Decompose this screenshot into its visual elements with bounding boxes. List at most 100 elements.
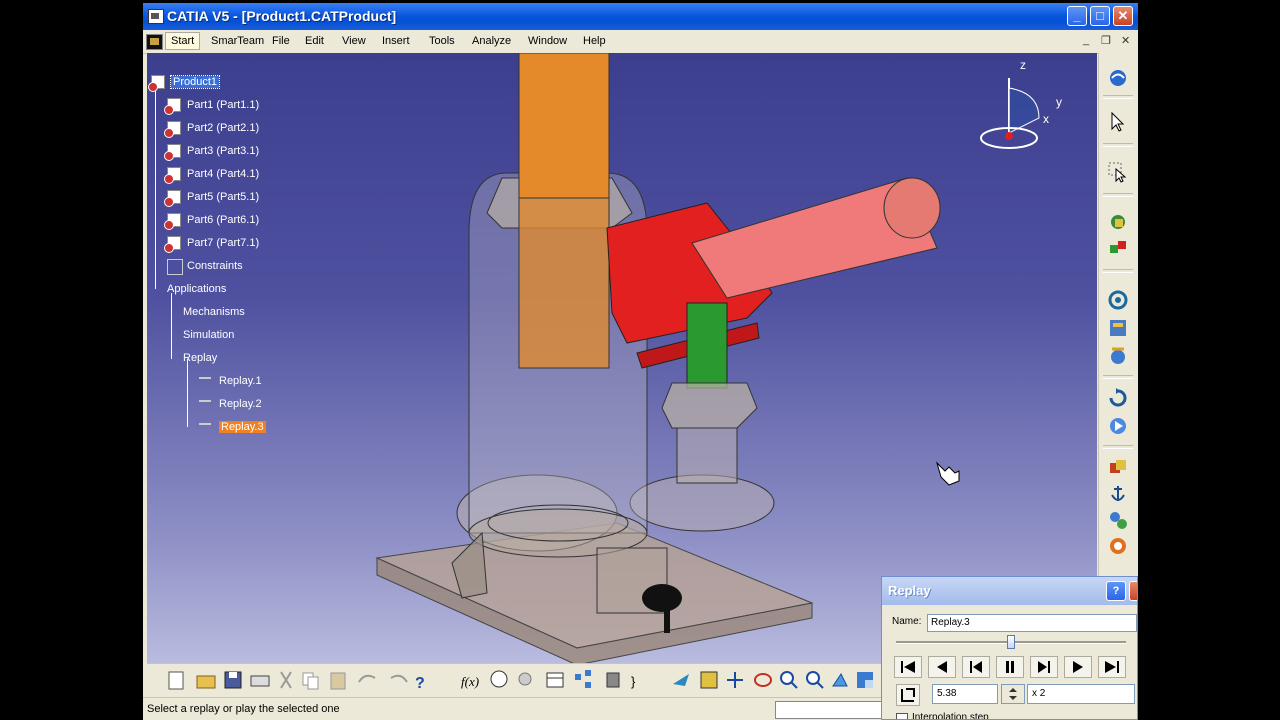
formula-icon[interactable]: f(x) bbox=[461, 674, 479, 689]
replay-slider-thumb[interactable] bbox=[1007, 635, 1015, 649]
table-icon[interactable] bbox=[546, 672, 564, 688]
tree-label-part5: Part5 (Part5.1) bbox=[187, 191, 260, 203]
redo-icon[interactable] bbox=[390, 674, 408, 683]
time-field[interactable]: 5.38 bbox=[932, 684, 998, 704]
menu-start[interactable]: Start bbox=[165, 32, 201, 50]
tree-label-part4: Part4 (Part4.1) bbox=[187, 168, 260, 180]
rotate-icon[interactable] bbox=[754, 673, 772, 687]
mechanism-spiral-icon[interactable] bbox=[1107, 289, 1129, 311]
interpolation-checkbox[interactable] bbox=[896, 713, 908, 719]
help-button[interactable]: ? bbox=[1106, 581, 1126, 601]
normal-view-icon[interactable] bbox=[832, 673, 848, 687]
compass-x-label: x bbox=[1043, 112, 1049, 126]
compass-y-label: y bbox=[1056, 95, 1062, 109]
zoom-in-icon[interactable] bbox=[780, 671, 798, 689]
knowledge-icon[interactable] bbox=[518, 672, 532, 686]
tree-label-replay-2: Replay.2 bbox=[219, 398, 262, 410]
tree-label-constraints: Constraints bbox=[187, 260, 243, 272]
trap-selection-icon[interactable] bbox=[1107, 161, 1129, 183]
graph-tree-icon[interactable] bbox=[575, 670, 591, 688]
mdi-restore-button[interactable]: ❐ bbox=[1101, 34, 1111, 47]
mdi-minimize-button[interactable]: _ bbox=[1083, 34, 1089, 46]
part-icon bbox=[164, 190, 181, 207]
distance-icon[interactable] bbox=[1107, 509, 1129, 531]
replay-close-button[interactable] bbox=[1129, 581, 1137, 601]
close-button[interactable]: ✕ bbox=[1113, 6, 1133, 26]
cut-icon[interactable] bbox=[280, 671, 292, 689]
sensor-icon[interactable] bbox=[1107, 535, 1129, 557]
replay-dialog-title: Replay bbox=[888, 583, 931, 598]
open-folder-icon[interactable] bbox=[196, 675, 216, 689]
comment-icon[interactable] bbox=[490, 670, 508, 688]
interpolation-label: Interpolation step bbox=[912, 712, 989, 720]
replay-name-dropdown[interactable]: Replay.3 bbox=[927, 614, 1137, 632]
tree-label-part3: Part3 (Part3.1) bbox=[187, 145, 260, 157]
save-icon[interactable] bbox=[224, 671, 242, 689]
part-icon bbox=[164, 98, 181, 115]
menu-tools[interactable]: Tools bbox=[429, 35, 455, 47]
fly-mode-icon[interactable] bbox=[673, 674, 689, 686]
loop-mode-button[interactable] bbox=[896, 684, 920, 706]
title-bar[interactable]: CATIA V5 - [Product1.CATProduct] _ □ ✕ bbox=[143, 3, 1138, 30]
clash-icon[interactable] bbox=[1107, 457, 1129, 479]
menu-insert[interactable]: Insert bbox=[382, 35, 410, 47]
macro-icon[interactable]: } bbox=[631, 674, 636, 689]
menu-window[interactable]: Window bbox=[528, 35, 567, 47]
pan-icon[interactable] bbox=[727, 672, 743, 688]
menu-smarteam[interactable]: SmarTeam bbox=[211, 35, 264, 47]
constraints-icon bbox=[167, 259, 183, 275]
replay-tool-icon[interactable] bbox=[1107, 387, 1129, 409]
product-icon bbox=[148, 75, 165, 92]
time-spinner[interactable] bbox=[1001, 684, 1025, 704]
play-backward-button[interactable] bbox=[928, 656, 956, 678]
print-icon[interactable] bbox=[250, 675, 270, 687]
replay-icon bbox=[199, 423, 211, 433]
menu-file[interactable]: File bbox=[272, 35, 290, 47]
tree-label-part7: Part7 (Part7.1) bbox=[187, 237, 260, 249]
new-document-icon[interactable] bbox=[168, 671, 184, 690]
part-icon bbox=[164, 121, 181, 138]
jump-to-end-button[interactable] bbox=[1098, 656, 1126, 678]
part-icon bbox=[164, 236, 181, 253]
paste-icon[interactable] bbox=[330, 672, 346, 690]
mdi-close-button[interactable]: ✕ bbox=[1121, 34, 1130, 47]
pause-button[interactable] bbox=[996, 656, 1024, 678]
right-toolbar bbox=[1098, 53, 1138, 663]
3d-viewport[interactable]: z y x Product1 Part1 (Part1.1) Part2 (Pa… bbox=[147, 53, 1097, 663]
part-icon bbox=[164, 144, 181, 161]
status-message: Select a replay or play the selected one bbox=[147, 703, 340, 715]
menu-view[interactable]: View bbox=[342, 35, 366, 47]
undo-icon[interactable] bbox=[358, 674, 376, 683]
manipulation-icon[interactable] bbox=[1107, 211, 1129, 233]
step-backward-button[interactable] bbox=[962, 656, 990, 678]
fast-view-icon[interactable] bbox=[1107, 67, 1129, 89]
speed-dropdown[interactable]: x 2 bbox=[1027, 684, 1135, 704]
maximize-button[interactable]: □ bbox=[1090, 6, 1110, 26]
menu-help[interactable]: Help bbox=[583, 35, 606, 47]
part-icon bbox=[164, 213, 181, 230]
hand-cursor-icon bbox=[935, 461, 960, 486]
replay-dialog-title-bar[interactable]: Replay ? bbox=[882, 577, 1137, 605]
quick-view-icon[interactable] bbox=[857, 672, 873, 688]
anchor-icon[interactable] bbox=[1107, 483, 1129, 505]
fit-all-icon[interactable] bbox=[700, 671, 718, 689]
menu-edit[interactable]: Edit bbox=[305, 35, 324, 47]
select-arrow-icon[interactable] bbox=[1107, 111, 1129, 133]
menu-analyze[interactable]: Analyze bbox=[472, 35, 511, 47]
play-forward-button[interactable] bbox=[1064, 656, 1092, 678]
minimize-button[interactable]: _ bbox=[1067, 6, 1087, 26]
simulation-player-icon[interactable] bbox=[1107, 415, 1129, 437]
whats-this-icon[interactable]: ? bbox=[415, 675, 425, 692]
jump-to-start-button[interactable] bbox=[894, 656, 922, 678]
simulation-icon[interactable] bbox=[1107, 317, 1129, 339]
zoom-out-icon[interactable] bbox=[806, 671, 824, 689]
svg-text:f(x): f(x) bbox=[461, 674, 479, 689]
document-icon[interactable] bbox=[146, 34, 163, 50]
catalog-icon[interactable] bbox=[606, 672, 620, 688]
step-forward-button[interactable] bbox=[1030, 656, 1058, 678]
snap-icon[interactable] bbox=[1107, 237, 1129, 259]
tree-label-product1: Product1 bbox=[169, 75, 221, 89]
copy-icon[interactable] bbox=[302, 672, 319, 690]
tree-label-part6: Part6 (Part6.1) bbox=[187, 214, 260, 226]
compile-simulation-icon[interactable] bbox=[1107, 345, 1129, 367]
